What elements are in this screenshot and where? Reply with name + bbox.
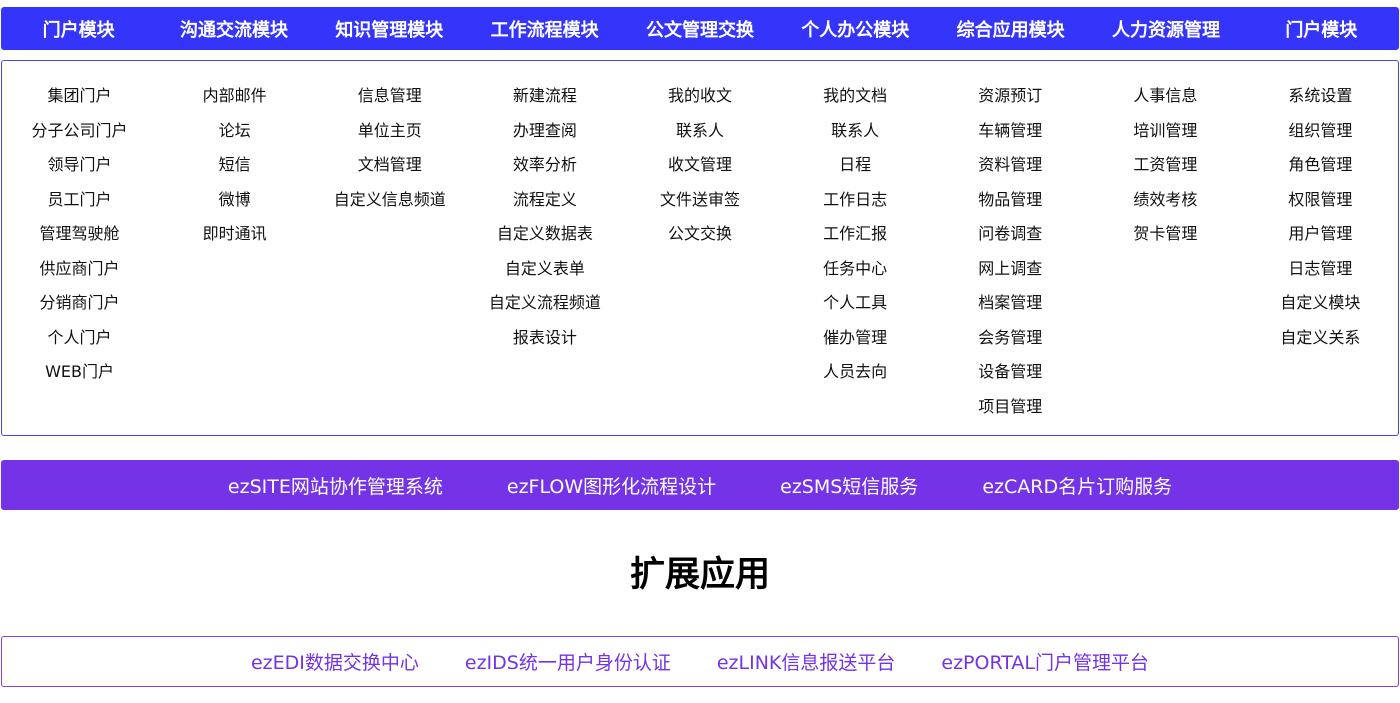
header-module-personal-office[interactable]: 个人办公模块	[778, 16, 933, 42]
list-item[interactable]: 联系人	[622, 120, 777, 155]
list-item[interactable]: 员工门户	[2, 189, 157, 224]
module-header-bar: 门户模块 沟通交流模块 知识管理模块 工作流程模块 公文管理交换 个人办公模块 …	[1, 7, 1399, 50]
list-item[interactable]: 自定义表单	[467, 258, 622, 293]
list-item[interactable]: 集团门户	[2, 85, 157, 120]
list-item[interactable]: 论坛	[157, 120, 312, 155]
list-item[interactable]: 任务中心	[778, 258, 933, 293]
ext-link-ezsms[interactable]: ezSMS短信服务	[780, 472, 918, 499]
list-item[interactable]: 网上调查	[933, 258, 1088, 293]
list-item[interactable]: 培训管理	[1088, 120, 1243, 155]
header-module-portal[interactable]: 门户模块	[1, 16, 156, 42]
list-item[interactable]: 个人门户	[2, 327, 157, 362]
column-portal: 集团门户 分子公司门户 领导门户 员工门户 管理驾驶舱 供应商门户 分销商门户 …	[2, 61, 157, 435]
list-item[interactable]: 内部邮件	[157, 85, 312, 120]
list-item[interactable]: 信息管理	[312, 85, 467, 120]
column-document-exchange: 我的收文 联系人 收文管理 文件送审签 公文交换	[622, 61, 777, 435]
list-item[interactable]: 工作日志	[778, 189, 933, 224]
section-title: 扩展应用	[629, 555, 770, 595]
column-system: 系统设置 组织管理 角色管理 权限管理 用户管理 日志管理 自定义模块 自定义关…	[1243, 61, 1398, 435]
list-item[interactable]: 自定义流程频道	[467, 292, 622, 327]
list-item[interactable]: 用户管理	[1243, 223, 1398, 258]
list-item[interactable]: 日志管理	[1243, 258, 1398, 293]
list-item[interactable]: 联系人	[778, 120, 933, 155]
column-communication: 内部邮件 论坛 短信 微博 即时通讯	[157, 61, 312, 435]
list-item[interactable]: 单位主页	[312, 120, 467, 155]
list-item[interactable]: 文件送审签	[622, 189, 777, 224]
ext-link-ezedi[interactable]: ezEDI数据交换中心	[251, 648, 419, 675]
column-personal-office: 我的文档 联系人 日程 工作日志 工作汇报 任务中心 个人工具 催办管理 人员去…	[778, 61, 933, 435]
ext-link-ezflow[interactable]: ezFLOW图形化流程设计	[507, 472, 716, 499]
list-item[interactable]: 我的文档	[778, 85, 933, 120]
list-item[interactable]: 设备管理	[933, 361, 1088, 396]
list-item[interactable]: 效率分析	[467, 154, 622, 189]
list-item[interactable]: 问卷调查	[933, 223, 1088, 258]
header-module-hr[interactable]: 人力资源管理	[1088, 16, 1243, 42]
list-item[interactable]: 分子公司门户	[2, 120, 157, 155]
list-item[interactable]: 工作汇报	[778, 223, 933, 258]
list-item[interactable]: 新建流程	[467, 85, 622, 120]
list-item[interactable]: 领导门户	[2, 154, 157, 189]
list-item[interactable]: 自定义数据表	[467, 223, 622, 258]
list-item[interactable]: 我的收文	[622, 85, 777, 120]
ext-link-ezcard[interactable]: ezCARD名片订购服务	[982, 472, 1172, 499]
list-item[interactable]: 自定义模块	[1243, 292, 1398, 327]
header-module-integrated-apps[interactable]: 综合应用模块	[933, 16, 1088, 42]
list-item[interactable]: 办理查阅	[467, 120, 622, 155]
extension-product-bar: ezSITE网站协作管理系统 ezFLOW图形化流程设计 ezSMS短信服务 e…	[1, 460, 1399, 510]
list-item[interactable]: WEB门户	[2, 361, 157, 396]
column-knowledge: 信息管理 单位主页 文档管理 自定义信息频道	[312, 61, 467, 435]
list-item[interactable]: 自定义信息频道	[312, 189, 467, 224]
list-item[interactable]: 贺卡管理	[1088, 223, 1243, 258]
list-item[interactable]: 收文管理	[622, 154, 777, 189]
list-item[interactable]: 日程	[778, 154, 933, 189]
list-item[interactable]: 人事信息	[1088, 85, 1243, 120]
list-item[interactable]: 文档管理	[312, 154, 467, 189]
ext-link-ezsite[interactable]: ezSITE网站协作管理系统	[228, 472, 443, 499]
list-item[interactable]: 绩效考核	[1088, 189, 1243, 224]
header-module-portal-2[interactable]: 门户模块	[1244, 16, 1399, 42]
list-item[interactable]: 组织管理	[1243, 120, 1398, 155]
list-item[interactable]: 车辆管理	[933, 120, 1088, 155]
list-item[interactable]: 供应商门户	[2, 258, 157, 293]
column-workflow: 新建流程 办理查阅 效率分析 流程定义 自定义数据表 自定义表单 自定义流程频道…	[467, 61, 622, 435]
list-item[interactable]: 资源预订	[933, 85, 1088, 120]
list-item[interactable]: 即时通讯	[157, 223, 312, 258]
ext-link-ezportal[interactable]: ezPORTAL门户管理平台	[941, 648, 1149, 675]
header-module-communication[interactable]: 沟通交流模块	[156, 16, 311, 42]
list-item[interactable]: 资料管理	[933, 154, 1088, 189]
module-items-panel: 集团门户 分子公司门户 领导门户 员工门户 管理驾驶舱 供应商门户 分销商门户 …	[1, 60, 1399, 436]
list-item[interactable]: 管理驾驶舱	[2, 223, 157, 258]
list-item[interactable]: 个人工具	[778, 292, 933, 327]
list-item[interactable]: 系统设置	[1243, 85, 1398, 120]
list-item[interactable]: 权限管理	[1243, 189, 1398, 224]
list-item[interactable]: 角色管理	[1243, 154, 1398, 189]
list-item[interactable]: 项目管理	[933, 396, 1088, 431]
list-item[interactable]: 流程定义	[467, 189, 622, 224]
list-item[interactable]: 公文交换	[622, 223, 777, 258]
list-item[interactable]: 催办管理	[778, 327, 933, 362]
list-item[interactable]: 工资管理	[1088, 154, 1243, 189]
header-module-workflow[interactable]: 工作流程模块	[467, 16, 622, 42]
list-item[interactable]: 微博	[157, 189, 312, 224]
header-module-document-exchange[interactable]: 公文管理交换	[622, 16, 777, 42]
list-item[interactable]: 自定义关系	[1243, 327, 1398, 362]
list-item[interactable]: 档案管理	[933, 292, 1088, 327]
list-item[interactable]: 物品管理	[933, 189, 1088, 224]
column-integrated-apps: 资源预订 车辆管理 资料管理 物品管理 问卷调查 网上调查 档案管理 会务管理 …	[933, 61, 1088, 435]
list-item[interactable]: 分销商门户	[2, 292, 157, 327]
ext-link-ezlink[interactable]: ezLINK信息报送平台	[717, 648, 896, 675]
header-module-knowledge[interactable]: 知识管理模块	[312, 16, 467, 42]
ext-link-ezids[interactable]: ezIDS统一用户身份认证	[465, 648, 671, 675]
list-item[interactable]: 会务管理	[933, 327, 1088, 362]
list-item[interactable]: 报表设计	[467, 327, 622, 362]
column-hr: 人事信息 培训管理 工资管理 绩效考核 贺卡管理	[1088, 61, 1243, 435]
list-item[interactable]: 人员去向	[778, 361, 933, 396]
extension-app-box: ezEDI数据交换中心 ezIDS统一用户身份认证 ezLINK信息报送平台 e…	[1, 636, 1399, 687]
list-item[interactable]: 短信	[157, 154, 312, 189]
